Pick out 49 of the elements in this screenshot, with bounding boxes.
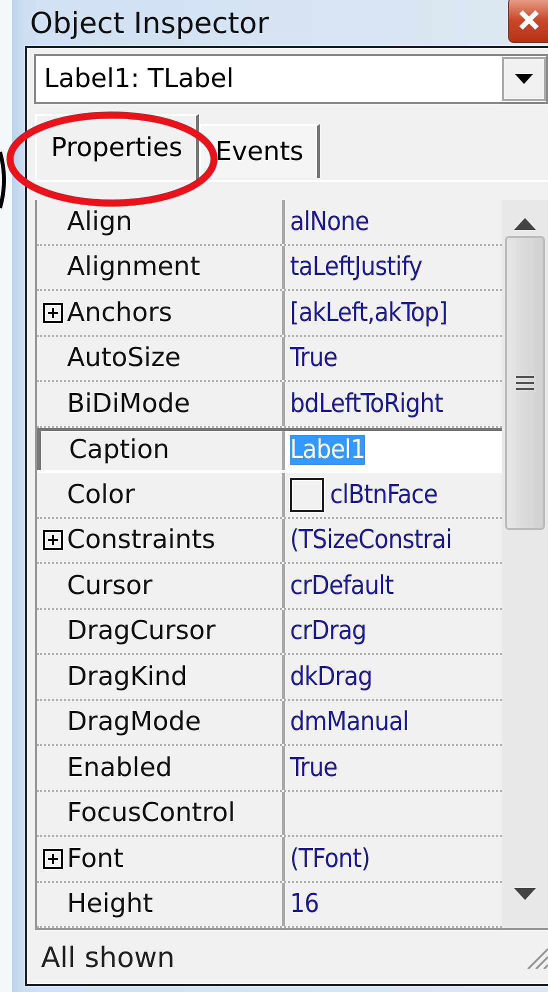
close-button[interactable] bbox=[508, 0, 548, 43]
caret-icon bbox=[515, 74, 533, 84]
property-name: Alignment bbox=[67, 252, 200, 282]
property-name: Anchors bbox=[67, 298, 172, 328]
property-name: FocusControl bbox=[67, 798, 236, 828]
property-name: Font bbox=[67, 844, 124, 874]
property-name: AutoSize bbox=[67, 343, 181, 374]
property-value: [akLeft,akTop] bbox=[290, 298, 448, 328]
property-name: BiDiMode bbox=[67, 388, 190, 419]
property-name: Enabled bbox=[67, 752, 172, 783]
property-value: crDefault bbox=[290, 570, 394, 601]
tab[interactable]: Events bbox=[199, 124, 320, 178]
color-swatch bbox=[290, 478, 324, 512]
property-value: alNone bbox=[290, 206, 369, 237]
expand-icon[interactable] bbox=[43, 530, 63, 550]
grip-icon bbox=[516, 374, 534, 392]
status-text: All shown bbox=[40, 940, 175, 974]
property-name: DragMode bbox=[67, 707, 201, 738]
property-name: DragKind bbox=[67, 662, 188, 692]
tab[interactable]: Properties bbox=[35, 114, 200, 180]
object-selector[interactable]: Label1: TLabel bbox=[34, 54, 548, 104]
property-name: Constraints bbox=[67, 525, 216, 556]
scrollbar[interactable] bbox=[502, 200, 548, 928]
window-title: Object Inspector bbox=[30, 6, 269, 40]
property-value: True bbox=[290, 343, 338, 374]
property-name: Cursor bbox=[67, 570, 152, 601]
property-value: (TSizeConstrai bbox=[290, 525, 452, 556]
scroll-down-icon bbox=[514, 888, 536, 900]
property-name: Caption bbox=[69, 435, 170, 466]
expand-icon[interactable] bbox=[43, 302, 63, 323]
property-row[interactable]: Caption Label1 bbox=[37, 428, 502, 473]
property-value: dmManual bbox=[290, 707, 409, 738]
property-name: Align bbox=[67, 206, 132, 237]
close-icon bbox=[516, 8, 540, 32]
property-row[interactable]: Color clBtnFace bbox=[37, 473, 502, 518]
property-value: bdLeftToRight bbox=[290, 388, 443, 419]
property-value: clBtnFace bbox=[330, 480, 438, 510]
dropdown-button[interactable] bbox=[502, 57, 546, 101]
property-name: Color bbox=[67, 480, 135, 510]
property-value: dkDrag bbox=[290, 662, 372, 692]
property-name: Height bbox=[67, 889, 153, 920]
property-value: crDrag bbox=[290, 616, 366, 646]
property-value: (TFont) bbox=[290, 844, 370, 874]
scroll-up-icon bbox=[514, 218, 536, 230]
property-value: taLeftJustify bbox=[290, 252, 422, 282]
property-value: True bbox=[290, 752, 338, 783]
expand-icon[interactable] bbox=[43, 848, 63, 869]
property-value: 16 bbox=[290, 889, 319, 920]
property-name: DragCursor bbox=[67, 616, 216, 646]
